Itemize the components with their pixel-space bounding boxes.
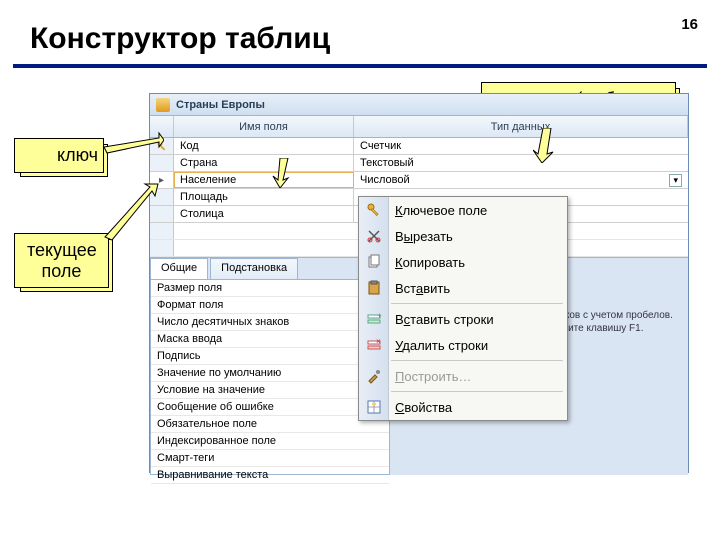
callout-fieldtype-pointer bbox=[533, 128, 563, 163]
menu-item-label: Удалить строки bbox=[395, 338, 488, 353]
field-type-cell[interactable]: Текстовый bbox=[354, 155, 688, 171]
property-row[interactable]: Маска ввода bbox=[151, 331, 389, 348]
field-name-cell[interactable]: Столица bbox=[174, 206, 354, 222]
paste-icon bbox=[365, 279, 383, 297]
menu-separator bbox=[391, 303, 563, 304]
property-row[interactable]: Подпись bbox=[151, 348, 389, 365]
callout-key-pointer bbox=[104, 125, 164, 155]
page-number: 16 bbox=[681, 16, 698, 33]
grid-header: Имя поля Тип данных bbox=[150, 116, 688, 138]
build-icon bbox=[365, 367, 383, 385]
table-tab-title[interactable]: Страны Европы bbox=[176, 99, 265, 111]
callout-key: ключ bbox=[14, 138, 104, 173]
callout-key-text: ключ bbox=[57, 145, 98, 165]
title-rule bbox=[13, 64, 707, 68]
menu-item-label: Вырезать bbox=[395, 229, 453, 244]
menu-item-deleterow[interactable]: × Удалить строки bbox=[359, 332, 567, 358]
grid-header-name: Имя поля bbox=[174, 116, 354, 137]
field-row[interactable]: КодСчетчик bbox=[150, 138, 688, 155]
menu-separator bbox=[391, 391, 563, 392]
menu-item-paste[interactable]: Вставить bbox=[359, 275, 567, 301]
menu-item-cut[interactable]: Вырезать bbox=[359, 223, 567, 249]
field-row[interactable]: ▸НаселениеЧисловой ▾ bbox=[150, 172, 688, 189]
cut-icon bbox=[365, 227, 383, 245]
menu-item-label: Вставить строки bbox=[395, 312, 494, 327]
menu-item-label: Свойства bbox=[395, 400, 452, 415]
field-name-cell[interactable]: Страна bbox=[174, 155, 354, 171]
callout-current-pointer bbox=[100, 182, 160, 242]
menu-item-insertrow[interactable]: + Вставить строки bbox=[359, 306, 567, 332]
menu-item-copy[interactable]: Копировать bbox=[359, 249, 567, 275]
property-row[interactable]: Сообщение об ошибке bbox=[151, 399, 389, 416]
copy-icon bbox=[365, 253, 383, 271]
field-name-cell[interactable]: Площадь bbox=[174, 189, 354, 205]
property-row[interactable]: Условие на значение bbox=[151, 382, 389, 399]
field-type-cell[interactable]: Счетчик bbox=[354, 138, 688, 154]
props-icon bbox=[365, 398, 383, 416]
table-icon bbox=[156, 98, 170, 112]
tab-general[interactable]: Общие bbox=[150, 258, 208, 279]
callout-rmb-pointer bbox=[270, 158, 300, 188]
menu-separator bbox=[391, 360, 563, 361]
tab-lookup[interactable]: Подстановка bbox=[210, 258, 298, 279]
window-titlebar: Страны Европы bbox=[150, 94, 688, 116]
menu-item-build: Построить… bbox=[359, 363, 567, 389]
menu-item-key[interactable]: Ключевое поле bbox=[359, 197, 567, 223]
property-row[interactable]: Число десятичных знаков bbox=[151, 314, 389, 331]
menu-item-props[interactable]: Свойства bbox=[359, 394, 567, 420]
property-row[interactable]: Размер поля bbox=[151, 280, 389, 297]
field-type-cell[interactable]: Числовой ▾ bbox=[354, 172, 688, 188]
property-row[interactable]: Формат поля bbox=[151, 297, 389, 314]
menu-item-label: Построить… bbox=[395, 369, 471, 384]
grid-header-type: Тип данных bbox=[354, 116, 688, 137]
insertrow-icon: + bbox=[365, 310, 383, 328]
field-name-cell[interactable]: Код bbox=[174, 138, 354, 154]
row-selector[interactable] bbox=[150, 155, 174, 171]
callout-current-field-text: текущее поле bbox=[27, 240, 97, 281]
property-row[interactable]: Значение по умолчанию bbox=[151, 365, 389, 382]
property-list[interactable]: Размер поляФормат поляЧисло десятичных з… bbox=[150, 279, 390, 475]
menu-item-label: Вставить bbox=[395, 281, 450, 296]
slide-title: Конструктор таблиц bbox=[30, 22, 330, 56]
svg-text:×: × bbox=[376, 337, 381, 346]
deleterow-icon: × bbox=[365, 336, 383, 354]
key-icon bbox=[365, 201, 383, 219]
menu-item-label: Ключевое поле bbox=[395, 203, 487, 218]
property-row[interactable]: Выравнивание текста bbox=[151, 467, 389, 484]
field-name-cell[interactable]: Население bbox=[174, 172, 354, 188]
field-row[interactable]: СтранаТекстовый bbox=[150, 155, 688, 172]
property-row[interactable]: Смарт-теги bbox=[151, 450, 389, 467]
callout-current-field: текущее поле bbox=[14, 233, 109, 288]
svg-text:+: + bbox=[377, 311, 382, 320]
menu-item-label: Копировать bbox=[395, 255, 465, 270]
property-row[interactable]: Индексированное поле bbox=[151, 433, 389, 450]
context-menu: Ключевое поле Вырезать Копировать Вставить +… bbox=[358, 196, 568, 421]
property-row[interactable]: Обязательное поле bbox=[151, 416, 389, 433]
